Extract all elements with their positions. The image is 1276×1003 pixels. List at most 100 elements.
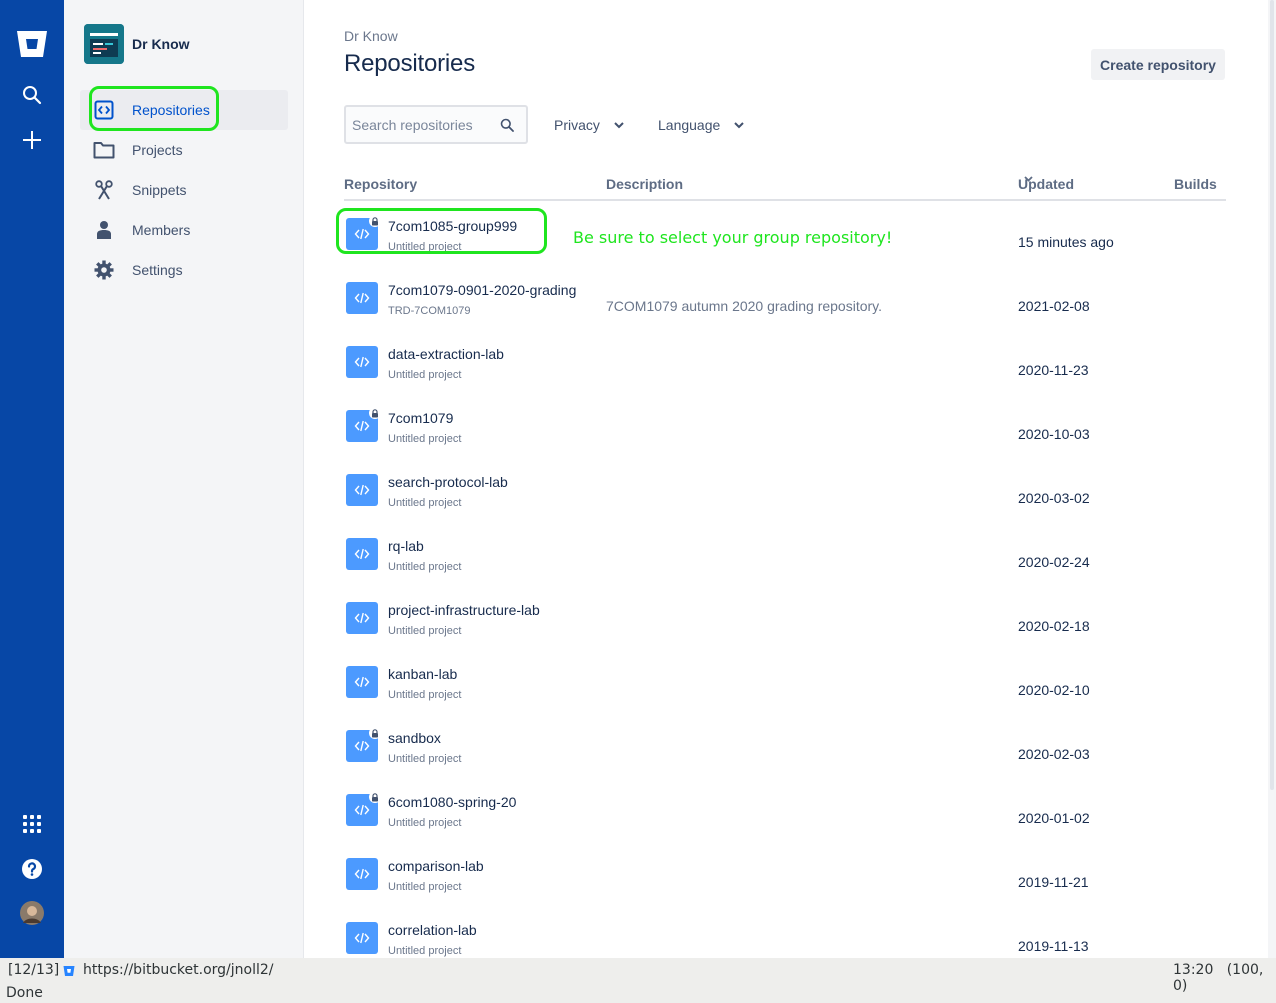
repository-name-link[interactable]: sandbox bbox=[388, 730, 441, 746]
table-row[interactable]: data-extraction-lab Untitled project 2020-… bbox=[344, 330, 1226, 394]
sidebar-item-label: Members bbox=[132, 222, 191, 238]
status-url: https://bitbucket.org/jnoll2/ bbox=[83, 962, 274, 978]
scrollbar-thumb[interactable] bbox=[1270, 0, 1274, 790]
repository-project-link[interactable]: Untitled project bbox=[388, 689, 461, 701]
create-repository-button[interactable]: Create repository bbox=[1091, 49, 1225, 80]
repository-name-link[interactable]: 6com1080-spring-20 bbox=[388, 794, 516, 810]
search-icon[interactable] bbox=[12, 75, 52, 115]
table-row[interactable]: rq-lab Untitled project 2020-02-24 bbox=[344, 522, 1226, 586]
repository-avatar-icon[interactable] bbox=[346, 538, 378, 570]
gear-icon bbox=[92, 258, 116, 282]
table-row[interactable]: sandbox Untitled project 2020-02-03 bbox=[344, 714, 1226, 778]
breadcrumb[interactable]: Dr Know bbox=[344, 28, 398, 44]
search-box[interactable] bbox=[344, 105, 528, 144]
folder-icon bbox=[92, 138, 116, 162]
repository-name-link[interactable]: 7com1079 bbox=[388, 410, 453, 426]
chevron-down-icon bbox=[614, 121, 624, 129]
table-row[interactable]: correlation-lab Untitled project 2019-11-1… bbox=[344, 906, 1226, 958]
repository-avatar-icon[interactable] bbox=[346, 858, 378, 890]
table-row[interactable]: 7com1079 Untitled project 2020-10-03 bbox=[344, 394, 1226, 458]
language-filter-label: Language bbox=[658, 117, 721, 133]
table-row[interactable]: 6com1080-spring-20 Untitled project 2020-0… bbox=[344, 778, 1226, 842]
repository-project-link[interactable]: Untitled project bbox=[388, 369, 461, 381]
repository-updated: 2020-01-02 bbox=[1018, 810, 1090, 826]
repository-name-link[interactable]: search-protocol-lab bbox=[388, 474, 508, 490]
person-icon bbox=[92, 218, 116, 242]
repository-avatar-icon[interactable] bbox=[346, 791, 381, 826]
table-row[interactable]: search-protocol-lab Untitled project 2020-… bbox=[344, 458, 1226, 522]
column-repository[interactable]: Repository bbox=[344, 176, 417, 192]
repository-project-link[interactable]: Untitled project bbox=[388, 561, 461, 573]
repository-name-link[interactable]: comparison-lab bbox=[388, 858, 484, 874]
repository-project-link[interactable]: Untitled project bbox=[388, 497, 461, 509]
repository-avatar-icon[interactable] bbox=[346, 922, 378, 954]
sidebar-item-label: Snippets bbox=[132, 182, 187, 198]
repository-updated: 2020-11-23 bbox=[1018, 362, 1089, 378]
repository-name-link[interactable]: project-infrastructure-lab bbox=[388, 602, 540, 618]
repository-project-link[interactable]: Untitled project bbox=[388, 881, 461, 893]
repository-avatar-icon[interactable] bbox=[346, 727, 381, 762]
repository-name-link[interactable]: correlation-lab bbox=[388, 922, 477, 938]
app-switcher-icon[interactable] bbox=[12, 804, 52, 844]
search-input[interactable] bbox=[352, 116, 500, 133]
sort-chevron-icon bbox=[1024, 176, 1033, 182]
table-row[interactable]: comparison-lab Untitled project 2019-11-21 bbox=[344, 842, 1226, 906]
highlight-group-repo-annotation bbox=[336, 208, 547, 254]
repository-name-link[interactable]: data-extraction-lab bbox=[388, 346, 504, 362]
language-filter[interactable]: Language bbox=[658, 112, 745, 138]
repository-updated: 15 minutes ago bbox=[1018, 234, 1114, 250]
scrollbar[interactable] bbox=[1268, 0, 1276, 958]
main-content: Dr Know Repositories Create repository P… bbox=[304, 0, 1276, 958]
sidebar-item-projects[interactable]: Projects bbox=[80, 130, 288, 170]
sidebar-item-label: Settings bbox=[132, 262, 183, 278]
highlight-repositories-annotation bbox=[89, 86, 219, 131]
repository-description: 7COM1079 autumn 2020 grading repository. bbox=[606, 298, 883, 314]
repository-project-link[interactable]: Untitled project bbox=[388, 433, 461, 445]
repository-name-link[interactable]: kanban-lab bbox=[388, 666, 457, 682]
repository-updated: 2019-11-21 bbox=[1018, 874, 1089, 890]
search-icon[interactable] bbox=[500, 118, 514, 132]
repository-name-link[interactable]: 7com1079-0901-2020-grading bbox=[388, 282, 576, 298]
sidebar-item-snippets[interactable]: Snippets bbox=[80, 170, 288, 210]
table-row[interactable]: kanban-lab Untitled project 2020-02-10 bbox=[344, 650, 1226, 714]
browser-status-bar: [12/13] https://bitbucket.org/jnoll2/ 13… bbox=[0, 958, 1276, 1003]
repository-avatar-icon[interactable] bbox=[346, 474, 378, 506]
bitbucket-logo-icon[interactable] bbox=[12, 24, 52, 64]
repository-project-link[interactable]: Untitled project bbox=[388, 753, 461, 765]
workspace-header[interactable]: Dr Know bbox=[84, 24, 190, 64]
repository-project-link[interactable]: TRD-7COM1079 bbox=[388, 305, 471, 317]
scissors-icon bbox=[92, 178, 116, 202]
sidebar-item-settings[interactable]: Settings bbox=[80, 250, 288, 290]
repository-avatar-icon[interactable] bbox=[346, 666, 378, 698]
repository-project-link[interactable]: Untitled project bbox=[388, 945, 461, 957]
workspace-avatar bbox=[84, 24, 124, 64]
repository-avatar-icon[interactable] bbox=[346, 282, 378, 314]
annotation-text: Be sure to select your group repository! bbox=[573, 228, 893, 247]
sidebar-item-members[interactable]: Members bbox=[80, 210, 288, 250]
repository-updated: 2020-02-18 bbox=[1018, 618, 1090, 634]
sidebar-item-label: Projects bbox=[132, 142, 183, 158]
sidebar: Dr Know Repositories Projects Snippets M… bbox=[64, 0, 304, 958]
workspace-name: Dr Know bbox=[132, 36, 190, 52]
help-icon[interactable] bbox=[12, 849, 52, 889]
repository-updated: 2020-02-24 bbox=[1018, 554, 1090, 570]
privacy-filter[interactable]: Privacy bbox=[554, 112, 624, 138]
table-row[interactable]: project-infrastructure-lab Untitled proje… bbox=[344, 586, 1226, 650]
page-title: Repositories bbox=[344, 50, 475, 77]
table-row[interactable]: 7com1079-0901-2020-grading TRD-7COM1079 7C… bbox=[344, 266, 1226, 330]
repository-avatar-icon[interactable] bbox=[346, 346, 378, 378]
repository-updated: 2020-02-03 bbox=[1018, 746, 1090, 762]
chevron-down-icon bbox=[734, 121, 745, 129]
create-plus-icon[interactable] bbox=[12, 120, 52, 160]
repository-avatar-icon[interactable] bbox=[346, 602, 378, 634]
repository-name-link[interactable]: rq-lab bbox=[388, 538, 424, 554]
repository-avatar-icon[interactable] bbox=[346, 407, 381, 442]
table-header: Repository Description Updated Builds bbox=[344, 176, 1226, 201]
repository-updated: 2020-02-10 bbox=[1018, 682, 1090, 698]
repository-project-link[interactable]: Untitled project bbox=[388, 817, 461, 829]
status-time-coords: 13:20 (100, 0) bbox=[1173, 962, 1276, 994]
repository-project-link[interactable]: Untitled project bbox=[388, 625, 461, 637]
user-avatar[interactable] bbox=[12, 893, 52, 933]
column-description: Description bbox=[606, 176, 684, 192]
lock-icon bbox=[369, 407, 381, 419]
